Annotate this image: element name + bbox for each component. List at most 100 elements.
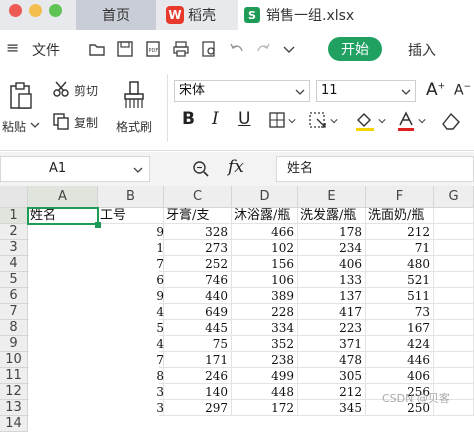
cut-button[interactable]: 剪切 xyxy=(74,82,98,99)
column-header-e[interactable]: E xyxy=(298,186,366,208)
row-header-10[interactable]: 10 xyxy=(0,352,28,368)
header-cell-b[interactable]: 工号 xyxy=(98,208,164,224)
select-all-corner[interactable] xyxy=(0,186,28,208)
fill-color-icon[interactable] xyxy=(354,110,376,132)
data-cell[interactable]: 73 xyxy=(366,304,434,320)
export-pdf-icon[interactable]: PDF xyxy=(144,40,162,58)
data-cell[interactable]: 480 xyxy=(366,256,434,272)
data-cell[interactable]: 499 xyxy=(232,368,298,384)
row-header-11[interactable]: 11 xyxy=(0,368,28,384)
column-header-c[interactable]: C xyxy=(164,186,232,208)
save-icon[interactable] xyxy=(116,40,134,58)
increase-font-size-icon[interactable]: A+ xyxy=(426,80,445,100)
print-icon[interactable] xyxy=(172,40,190,58)
bold-button[interactable]: B xyxy=(182,109,195,129)
chevron-down-icon[interactable] xyxy=(418,117,426,125)
chevron-down-icon[interactable] xyxy=(378,117,386,125)
format-painter-icon[interactable] xyxy=(122,80,146,110)
data-cell[interactable]: 246 xyxy=(164,368,232,384)
copy-icon[interactable] xyxy=(52,112,70,130)
paste-dropdown-icon[interactable] xyxy=(30,120,40,130)
chevron-down-icon[interactable] xyxy=(330,117,338,125)
row-header-6[interactable]: 6 xyxy=(0,288,28,304)
data-cell[interactable] xyxy=(434,224,474,240)
data-cell[interactable]: 448 xyxy=(232,384,298,400)
spreadsheet-grid[interactable]: A B C D E F G 1 2 3 4 5 6 7 8 9 10 11 12 13 14 姓名 工号 牙膏/支 沐浴露/瓶洗… xyxy=(0,186,474,434)
data-cell[interactable] xyxy=(434,288,474,304)
row-header-12[interactable]: 12 xyxy=(0,384,28,400)
tab-file[interactable]: S 销售一组.xlsx xyxy=(238,0,474,30)
data-cell[interactable]: 406 xyxy=(366,368,434,384)
data-cell[interactable]: 167 xyxy=(366,320,434,336)
header-cell-d[interactable]: 沐浴露/瓶 xyxy=(232,208,298,224)
data-cell[interactable] xyxy=(434,368,474,384)
data-cell[interactable]: 137 xyxy=(298,288,366,304)
zoom-formula-icon[interactable] xyxy=(192,160,210,178)
row-header-7[interactable]: 7 xyxy=(0,304,28,320)
start-tab-button[interactable]: 开始 xyxy=(328,37,382,61)
data-cell[interactable]: 102 xyxy=(232,240,298,256)
header-cell-c[interactable]: 牙膏/支 xyxy=(164,208,232,224)
data-cell[interactable]: 71 xyxy=(366,240,434,256)
row-header-14[interactable]: 14 xyxy=(0,416,28,432)
print-preview-icon[interactable] xyxy=(200,40,218,58)
data-cell[interactable] xyxy=(434,272,474,288)
italic-button[interactable]: I xyxy=(212,109,219,129)
data-cell[interactable]: 178 xyxy=(298,224,366,240)
hamburger-menu-icon[interactable]: ≡ xyxy=(6,38,19,57)
data-cell[interactable]: 511 xyxy=(366,288,434,304)
tab-docer[interactable]: W 稻壳 xyxy=(160,0,238,30)
data-cell[interactable]: 466 xyxy=(232,224,298,240)
data-cell[interactable]: 328 xyxy=(164,224,232,240)
tab-home[interactable]: 首页 xyxy=(76,0,156,30)
data-cell[interactable] xyxy=(434,352,474,368)
data-cell[interactable]: 417 xyxy=(298,304,366,320)
data-cell[interactable]: 389 xyxy=(232,288,298,304)
font-color-icon[interactable] xyxy=(396,110,416,132)
data-cell[interactable]: 252 xyxy=(164,256,232,272)
data-cell[interactable]: 334 xyxy=(232,320,298,336)
undo-icon[interactable] xyxy=(228,40,246,58)
decrease-font-size-icon[interactable]: A− xyxy=(454,82,471,99)
data-cell[interactable] xyxy=(434,320,474,336)
data-cell[interactable]: 746 xyxy=(164,272,232,288)
close-window-button[interactable] xyxy=(9,4,22,17)
data-cell[interactable] xyxy=(434,336,474,352)
data-cell[interactable]: 212 xyxy=(298,384,366,400)
data-cell[interactable]: 406 xyxy=(298,256,366,272)
underline-button[interactable]: U xyxy=(238,109,250,129)
data-cell[interactable]: 171 xyxy=(164,352,232,368)
data-cell[interactable]: 228 xyxy=(232,304,298,320)
paste-button[interactable]: 粘贴 xyxy=(2,118,26,135)
redo-icon[interactable] xyxy=(254,40,272,58)
row-header-13[interactable]: 13 xyxy=(0,400,28,416)
data-cell[interactable] xyxy=(434,240,474,256)
data-cell[interactable]: 238 xyxy=(232,352,298,368)
scissors-icon[interactable] xyxy=(52,80,70,98)
data-cell[interactable]: 156 xyxy=(232,256,298,272)
data-cell[interactable]: 172 xyxy=(232,400,298,416)
file-menu[interactable]: 文件 xyxy=(32,40,60,60)
data-cell[interactable]: 234 xyxy=(298,240,366,256)
data-cell[interactable]: 345 xyxy=(298,400,366,416)
column-header-f[interactable]: F xyxy=(366,186,434,208)
chevron-down-icon[interactable] xyxy=(288,117,296,125)
row-header-4[interactable]: 4 xyxy=(0,256,28,272)
data-cell[interactable]: 446 xyxy=(366,352,434,368)
chevron-down-icon[interactable] xyxy=(282,40,296,58)
data-cell[interactable]: 133 xyxy=(298,272,366,288)
paste-icon[interactable] xyxy=(8,82,34,110)
data-cell[interactable]: 352 xyxy=(232,336,298,352)
data-cell[interactable]: 521 xyxy=(366,272,434,288)
data-cell[interactable]: 223 xyxy=(298,320,366,336)
data-cell[interactable]: 440 xyxy=(164,288,232,304)
column-header-d[interactable]: D xyxy=(232,186,298,208)
clear-format-icon[interactable] xyxy=(440,110,462,132)
row-header-8[interactable]: 8 xyxy=(0,320,28,336)
column-header-g[interactable]: G xyxy=(434,186,474,208)
data-cell[interactable]: 140 xyxy=(164,384,232,400)
data-cell[interactable]: 212 xyxy=(366,224,434,240)
row-header-2[interactable]: 2 xyxy=(0,224,28,240)
format-painter-button[interactable]: 格式刷 xyxy=(116,118,152,135)
data-cell[interactable]: 649 xyxy=(164,304,232,320)
